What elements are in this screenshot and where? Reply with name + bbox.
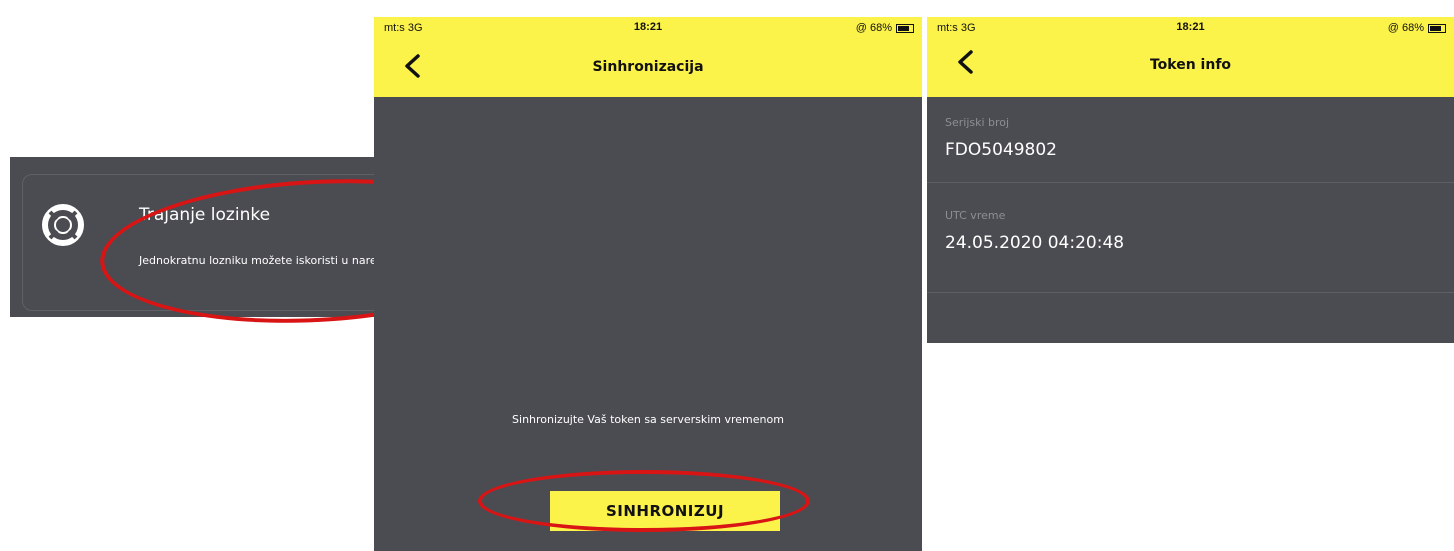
utc-row: UTC vreme 24.05.2020 04:20:48 xyxy=(927,183,1454,293)
carrier-label: mt:s 3G xyxy=(937,22,976,34)
sync-instruction: Sinhronizujte Vaš token sa serverskim vr… xyxy=(512,413,784,426)
battery-icon xyxy=(896,23,914,33)
serial-label: Serijski broj xyxy=(945,116,1010,129)
page-title: Sinhronizacija xyxy=(592,59,704,75)
card-title: Trajanje lozinke xyxy=(139,205,271,225)
carrier-label: mt:s 3G xyxy=(384,22,423,34)
utc-value: 24.05.2020 04:20:48 xyxy=(945,233,1125,253)
serial-value: FDO5049802 xyxy=(945,140,1057,160)
page-title: Token info xyxy=(1149,57,1232,73)
battery-label: @ 68% xyxy=(1387,22,1424,34)
sync-button[interactable]: SINHRONIZUJ xyxy=(550,491,780,531)
sync-header: mt:s 3G 18:21 @ 68% Sinhronizacija xyxy=(374,17,922,97)
utc-label: UTC vreme xyxy=(945,209,1006,222)
sync-screen: mt:s 3G 18:21 @ 68% Sinhronizacija Sinhr… xyxy=(374,17,922,551)
battery-label: @ 68% xyxy=(855,22,892,34)
battery-icon xyxy=(1428,23,1446,33)
token-header: mt:s 3G 18:21 @ 68% Token info xyxy=(927,17,1454,97)
status-time: 18:21 xyxy=(633,21,663,33)
status-time: 18:21 xyxy=(1176,21,1205,33)
lifebuoy-icon xyxy=(42,204,84,246)
status-bar: mt:s 3G 18:21 @ 68% xyxy=(374,17,922,41)
status-bar: mt:s 3G 18:21 @ 68% xyxy=(927,17,1454,41)
token-info-screen: mt:s 3G 18:21 @ 68% Token info Serijski … xyxy=(927,17,1454,343)
serial-row: Serijski broj FDO5049802 xyxy=(927,97,1454,183)
